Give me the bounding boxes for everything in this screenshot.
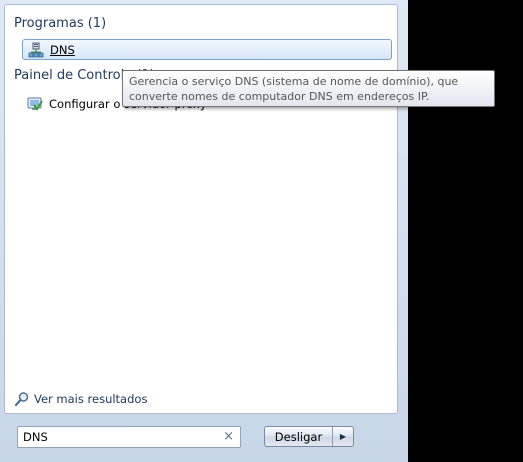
shutdown-button-group: Desligar ▶ bbox=[264, 426, 354, 447]
search-box[interactable]: × bbox=[17, 426, 241, 448]
programs-group-title[interactable]: Programas (1) bbox=[14, 16, 106, 31]
result-item-dns[interactable]: DNS bbox=[22, 39, 392, 60]
search-input[interactable] bbox=[23, 430, 218, 444]
result-item-label: DNS bbox=[50, 42, 75, 57]
shutdown-options-arrow-icon[interactable]: ▶ bbox=[333, 427, 353, 446]
control-panel-icon bbox=[27, 96, 43, 112]
clear-search-button[interactable]: × bbox=[223, 428, 234, 446]
see-more-label: Ver mais resultados bbox=[34, 392, 148, 406]
dns-tooltip: Gerencia o serviço DNS (sistema de nome … bbox=[122, 70, 495, 107]
see-more-results-link[interactable]: Ver mais resultados bbox=[14, 391, 147, 407]
search-icon bbox=[14, 391, 30, 407]
dns-server-icon bbox=[28, 42, 44, 58]
shutdown-button[interactable]: Desligar bbox=[265, 427, 333, 446]
search-results-pane: Programas (1) DNS Painel de Controle (1) bbox=[4, 4, 398, 414]
